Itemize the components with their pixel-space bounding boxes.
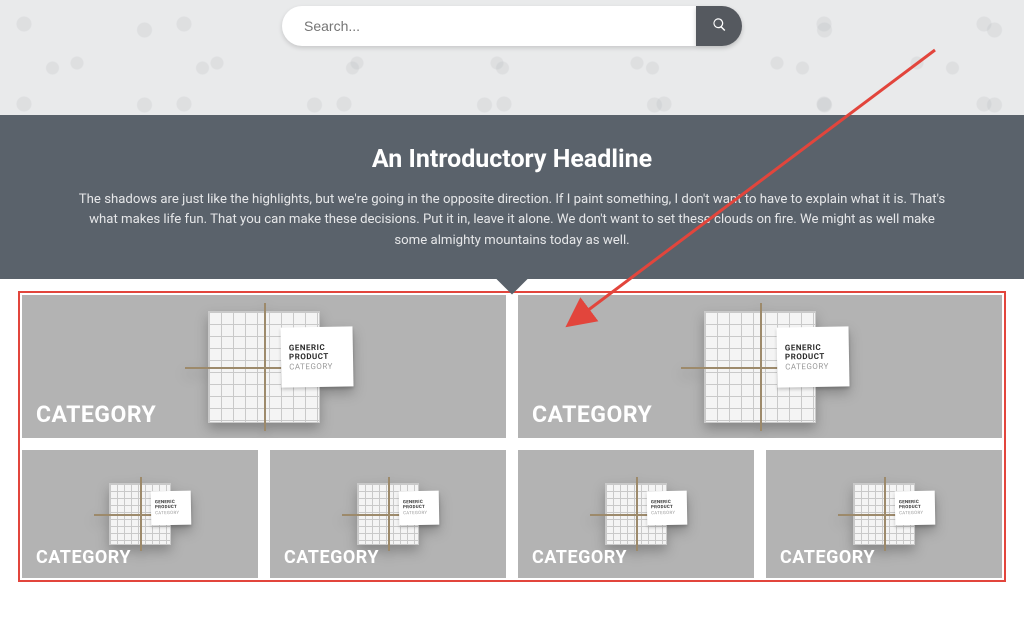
tag-line: GENERIC: [289, 342, 325, 352]
product-box-image: GENERIC PRODUCT CATEGORY: [189, 307, 339, 427]
category-row-2: GENERIC PRODUCT CATEGORY CATEGORY GENERI…: [22, 450, 1002, 578]
tag-line: PRODUCT: [785, 352, 825, 362]
category-label: CATEGORY: [284, 547, 379, 568]
tag-line: GENERIC: [785, 342, 821, 352]
tag-line: CATEGORY: [403, 511, 427, 516]
chevron-down-icon: [496, 264, 527, 295]
category-card[interactable]: GENERIC PRODUCT CATEGORY CATEGORY: [270, 450, 506, 578]
tag-line: CATEGORY: [289, 361, 333, 371]
category-label: CATEGORY: [780, 547, 875, 568]
product-box-image: GENERIC PRODUCT CATEGORY: [98, 481, 182, 547]
intro-body: The shadows are just like the highlights…: [72, 190, 952, 251]
header-pattern-area: [0, 0, 1024, 115]
category-row-1: GENERIC PRODUCT CATEGORY CATEGORY GENERI…: [22, 295, 1002, 438]
product-box-image: GENERIC PRODUCT CATEGORY: [346, 481, 430, 547]
tag-line: CATEGORY: [785, 361, 829, 371]
product-box-image: GENERIC PRODUCT CATEGORY: [594, 481, 678, 547]
product-box-image: GENERIC PRODUCT CATEGORY: [842, 481, 926, 547]
search-button[interactable]: [696, 6, 742, 46]
search-bar: [282, 6, 742, 46]
category-grid: GENERIC PRODUCT CATEGORY CATEGORY GENERI…: [18, 291, 1006, 582]
search-input[interactable]: [282, 6, 696, 46]
product-box-image: GENERIC PRODUCT CATEGORY: [685, 307, 835, 427]
category-card[interactable]: GENERIC PRODUCT CATEGORY CATEGORY: [22, 450, 258, 578]
category-label: CATEGORY: [532, 401, 652, 428]
tag-line: PRODUCT: [289, 352, 329, 362]
category-label: CATEGORY: [36, 401, 156, 428]
intro-headline: An Introductory Headline: [70, 145, 954, 174]
category-card[interactable]: GENERIC PRODUCT CATEGORY CATEGORY: [518, 295, 1002, 438]
category-label: CATEGORY: [532, 547, 627, 568]
category-card[interactable]: GENERIC PRODUCT CATEGORY CATEGORY: [22, 295, 506, 438]
category-label: CATEGORY: [36, 547, 131, 568]
search-icon: [712, 17, 727, 35]
tag-line: CATEGORY: [155, 511, 179, 516]
category-card[interactable]: GENERIC PRODUCT CATEGORY CATEGORY: [518, 450, 754, 578]
category-card[interactable]: GENERIC PRODUCT CATEGORY CATEGORY: [766, 450, 1002, 578]
intro-band: An Introductory Headline The shadows are…: [0, 115, 1024, 279]
tag-line: CATEGORY: [899, 511, 923, 516]
tag-line: CATEGORY: [651, 511, 675, 516]
